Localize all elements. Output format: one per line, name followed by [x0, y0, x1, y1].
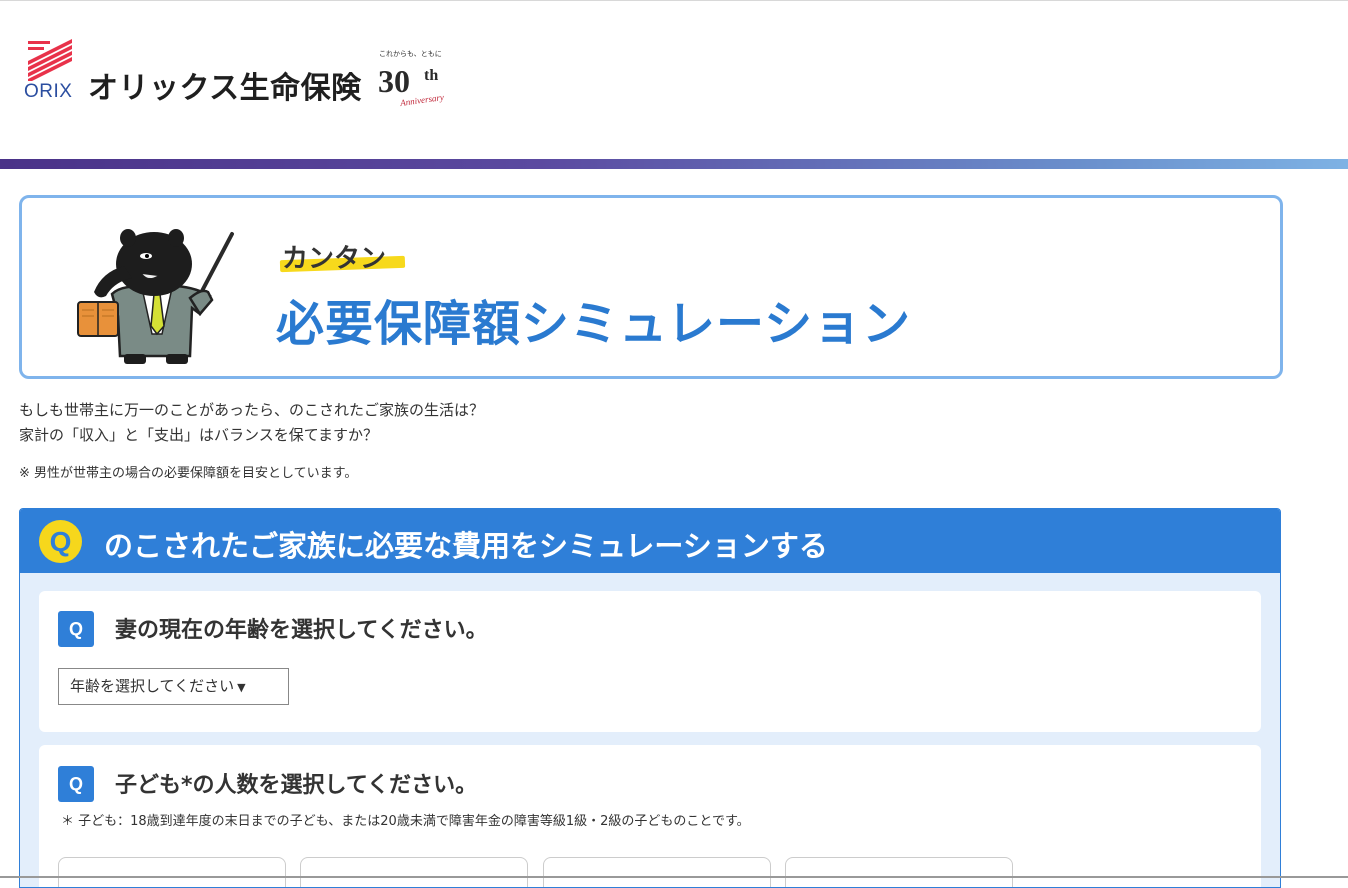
hero-kantan: カンタン — [282, 244, 387, 274]
anniversary-tagline: これからも、ともに — [379, 50, 442, 58]
wife-age-select[interactable]: 年齢を選択してください ▼ — [58, 668, 289, 705]
intro-line-2: 家計の「収入」と「支出」はバランスを保てますか？ — [19, 426, 378, 444]
children-definition-note: ＊ 子ども：18歳到達年度の末日までの子ども、または20歳未満で障害年金の障害等… — [61, 814, 750, 829]
wife-age-select-value: 年齢を選択してください — [70, 677, 235, 695]
question-card-wife-age: Q 妻の現在の年齢を選択してください。 年齢を選択してください ▼ — [39, 591, 1261, 732]
q-badge-icon: Q — [58, 766, 94, 802]
hero-title: 必要保障額シミュレーション — [276, 296, 912, 352]
hero-banner: カンタン 必要保障額シミュレーション — [19, 195, 1283, 379]
q-circle-icon: Q — [39, 520, 82, 563]
anniversary-suffix: th — [424, 67, 439, 84]
chevron-down-icon: ▼ — [237, 681, 246, 694]
intro-text: もしも世帯主に万一のことがあったら、のこされたご家族の生活は？ 家計の「収入」と… — [19, 398, 484, 448]
question-card-children-count: Q 子ども*の人数を選択してください。 ＊ 子ども：18歳到達年度の末日までの子… — [39, 745, 1261, 887]
simulation-panel: Q のこされたご家族に必要な費用をシミュレーションする Q 妻の現在の年齢を選択… — [19, 508, 1281, 888]
intro-line-1: もしも世帯主に万一のことがあったら、のこされたご家族の生活は？ — [19, 401, 485, 419]
anniversary-number: 30 — [378, 63, 410, 99]
question-text: 妻の現在の年齢を選択してください。 — [115, 618, 488, 643]
children-option-4[interactable] — [785, 857, 1013, 887]
children-option-2[interactable] — [300, 857, 528, 887]
simulation-panel-header: Q のこされたご家族に必要な費用をシミュレーションする — [20, 509, 1280, 573]
simulation-panel-title: のこされたご家族に必要な費用をシミュレーションする — [104, 529, 828, 563]
orix-logo-mark — [28, 39, 72, 81]
q-badge-icon: Q — [58, 611, 94, 647]
brand-name[interactable]: オリックス生命保険 — [88, 63, 362, 107]
children-option-3[interactable] — [543, 857, 771, 887]
anniversary-logo-icon: これからも、ともに 30 th Anniversary — [378, 49, 460, 111]
intro-note: ※ 男性が世帯主の場合の必要保障額を目安としています。 — [19, 466, 358, 481]
header-gradient-bar — [0, 159, 1348, 169]
orix-wordmark: ORIX — [24, 81, 73, 102]
tapir-teacher-mascot-icon — [77, 229, 234, 364]
orix-logo-icon[interactable]: ORIX — [24, 39, 76, 102]
children-option-1[interactable] — [58, 857, 286, 887]
site-header: ORIX オリックス生命保険 これからも、ともに 30 th Anniversa… — [0, 1, 1348, 159]
question-text: 子ども*の人数を選択してください。 — [115, 773, 478, 798]
